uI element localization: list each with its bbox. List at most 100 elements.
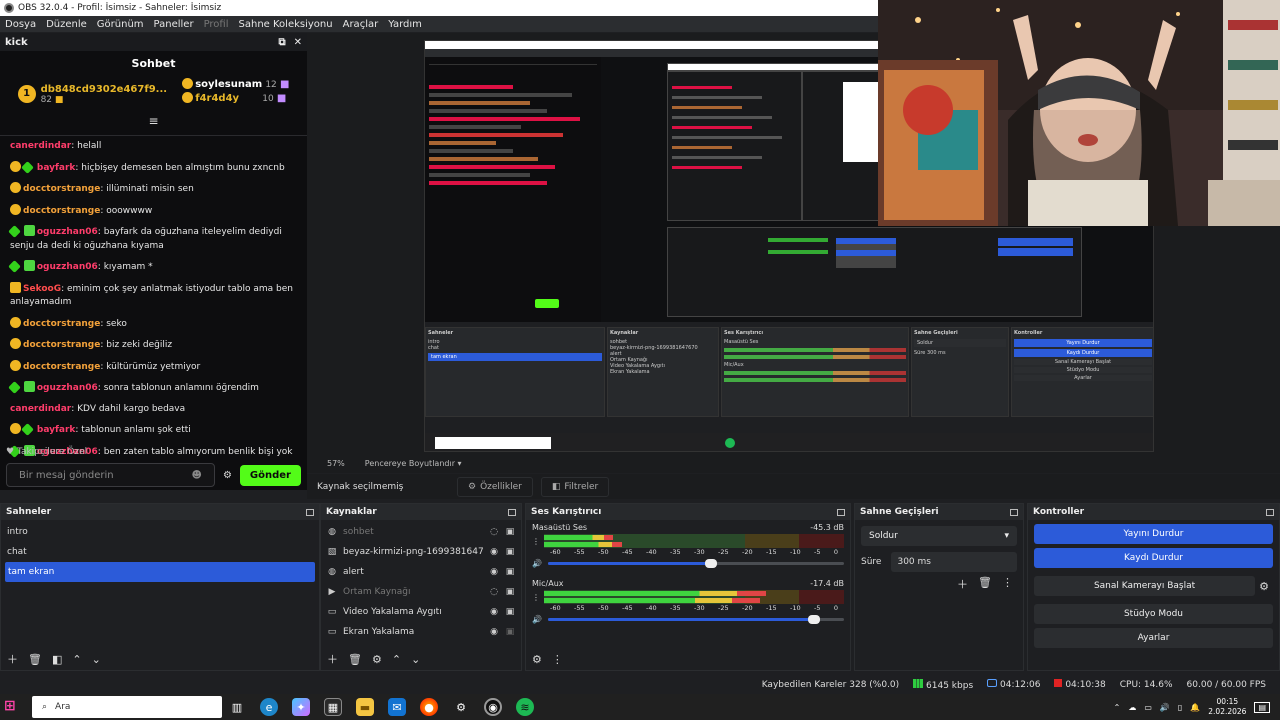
menu-dosya[interactable]: Dosya — [5, 19, 36, 30]
top-user-2[interactable]: soylesunam 12 ■ f4r4d4y 10 ■ — [182, 78, 289, 110]
menu-paneller[interactable]: Paneller — [154, 19, 194, 30]
add-icon[interactable]: ＋ — [7, 651, 18, 667]
settings-icon[interactable]: ⚙ — [452, 698, 470, 716]
trash-icon[interactable]: 🗑 — [978, 576, 992, 592]
studio-mode-button[interactable]: Stüdyo Modu — [1034, 604, 1273, 624]
obs-icon[interactable]: ◉ — [484, 698, 502, 716]
track-db: -45.3 dB — [810, 522, 844, 532]
bell-icon[interactable]: 🔔 — [1190, 703, 1200, 712]
notification-icon[interactable]: ▤ — [1254, 701, 1270, 713]
nested-docks: Sahneler intro chat tam ekran Kaynaklar s… — [425, 327, 1153, 417]
chevron-down-icon[interactable]: ≡ — [0, 114, 307, 136]
virtual-camera-button[interactable]: Sanal Kamerayı Başlat — [1034, 576, 1256, 596]
properties-button[interactable]: ⚙ Özellikler — [457, 476, 533, 497]
fit-mode-select[interactable]: Pencereye Boyutlandır ▾ — [365, 459, 462, 468]
obs-logo-icon — [4, 3, 14, 13]
add-icon[interactable]: ＋ — [327, 651, 338, 667]
firefox-icon[interactable]: ● — [420, 698, 438, 716]
emoji-icon[interactable]: ☻ — [192, 470, 202, 481]
task-view-icon[interactable]: ▥ — [228, 698, 246, 716]
menu-yardim[interactable]: Yardım — [388, 19, 422, 30]
gear-icon[interactable]: ⚙ — [372, 653, 382, 666]
speaker-icon[interactable]: 🔊 — [532, 615, 542, 624]
clock[interactable]: 00:15 2.02.2026 — [1208, 697, 1246, 717]
undock-icon[interactable] — [508, 508, 516, 516]
lock-icon: ▣ — [505, 587, 515, 597]
chat-dock-header: kick ⧉ ✕ — [0, 33, 307, 51]
trash-icon[interactable]: 🗑 — [348, 653, 362, 666]
start-icon[interactable]: ⊞ — [4, 698, 22, 716]
menu-gorunum[interactable]: Görünüm — [97, 19, 144, 30]
chevron-up-icon[interactable]: ⌃ — [1114, 703, 1121, 712]
kebab-menu-icon[interactable]: ⋮ — [532, 537, 540, 546]
stop-record-button[interactable]: Kaydı Durdur — [1034, 548, 1273, 568]
menu-duzenle[interactable]: Düzenle — [46, 19, 87, 30]
scene-item[interactable]: chat — [1, 542, 319, 562]
undock-icon[interactable]: ⧉ — [278, 37, 285, 48]
source-item[interactable]: ◍ alert ◉ ▣ — [321, 562, 521, 582]
duration-input[interactable]: 300 ms — [891, 552, 1017, 572]
meter-level — [544, 535, 613, 540]
gear-icon[interactable]: ⚙ — [1259, 580, 1269, 593]
zoom-level[interactable]: 57% — [327, 459, 345, 468]
volume-icon[interactable]: 🔊 — [1160, 703, 1170, 712]
move-up-icon[interactable]: ⌃ — [72, 653, 81, 666]
kebab-menu-icon[interactable]: ⋮ — [532, 593, 540, 602]
battery-icon[interactable]: ▯ — [1178, 703, 1182, 712]
search-icon: ⌕ — [42, 702, 48, 712]
scene-item-selected[interactable]: tam ekran — [5, 562, 315, 582]
chat-input[interactable]: Bir mesaj gönderin ☻ — [6, 463, 215, 487]
source-item[interactable]: ▭ Ekran Yakalama ◉ ▣ — [321, 622, 521, 642]
undock-icon[interactable] — [1010, 508, 1018, 516]
verified-badge-icon — [8, 260, 21, 273]
menu-profil[interactable]: Profil — [204, 19, 229, 30]
outlook-icon[interactable]: ✉ — [388, 698, 406, 716]
kebab-menu-icon[interactable]: ⋮ — [1002, 576, 1013, 592]
trash-icon[interactable]: 🗑 — [28, 653, 42, 666]
scene-item[interactable]: intro — [1, 522, 319, 542]
network-icon[interactable]: ▭ — [1144, 703, 1152, 712]
spotify-icon[interactable]: ≋ — [516, 698, 534, 716]
mixer-track: Mic/Aux -17.4 dB ⋮ -60 -55 -50 -45 -40 -35 -30-… — [526, 576, 850, 626]
top-user-name: db848cd9302e467f9... — [40, 83, 168, 95]
move-down-icon[interactable]: ⌄ — [411, 653, 420, 666]
source-item[interactable]: ▧beyaz-kirmizi-png-1699381647670◉▣ — [321, 542, 521, 562]
edge-icon[interactable]: e — [260, 698, 278, 716]
meter-level — [544, 591, 766, 596]
move-down-icon[interactable]: ⌄ — [92, 653, 101, 666]
settings-button[interactable]: Ayarlar — [1034, 628, 1273, 648]
source-item[interactable]: ◍ sohbet ◌ ▣ — [321, 522, 521, 542]
file-explorer-icon[interactable]: ▬ — [356, 698, 374, 716]
volume-slider[interactable] — [547, 558, 844, 568]
close-icon[interactable]: ✕ — [294, 37, 302, 48]
cloud-icon[interactable]: ☁ — [1128, 703, 1136, 712]
scene-filter-icon[interactable]: ◧ — [52, 653, 62, 666]
menu-araclar[interactable]: Araçlar — [343, 19, 379, 30]
top-user-1[interactable]: 1 db848cd9302e467f9... 82 ■ — [17, 78, 168, 110]
undock-icon[interactable] — [1266, 508, 1274, 516]
undock-icon[interactable] — [306, 508, 314, 516]
send-button[interactable]: Gönder — [239, 464, 301, 486]
transition-select[interactable]: Soldur ▾ — [861, 526, 1017, 546]
undock-icon[interactable] — [837, 508, 845, 516]
move-up-icon[interactable]: ⌃ — [392, 653, 401, 666]
menu-sahne-koleksiyonu[interactable]: Sahne Koleksiyonu — [239, 19, 333, 30]
lock-icon: ▣ — [505, 607, 515, 617]
source-item[interactable]: ▶ Ortam Kaynağı ◌ ▣ — [321, 582, 521, 602]
store-icon[interactable]: ▦ — [324, 698, 342, 716]
filters-button[interactable]: ◧ Filtreler — [540, 476, 610, 497]
add-icon[interactable]: ＋ — [957, 576, 968, 592]
speaker-icon[interactable]: 🔊 — [532, 559, 542, 568]
copilot-icon[interactable]: ✦ — [292, 698, 310, 716]
sources-header: Kaynaklar — [321, 504, 521, 520]
stop-stream-button[interactable]: Yayını Durdur — [1034, 524, 1273, 544]
taskbar-search[interactable]: ⌕ Ara — [32, 696, 222, 718]
volume-slider[interactable] — [547, 614, 844, 624]
stream-time: 04:12:06 — [1000, 680, 1041, 690]
advanced-audio-icon[interactable]: ⚙ — [532, 653, 542, 666]
bitrate: 6145 kbps — [926, 680, 974, 691]
source-item[interactable]: ▭ Video Yakalama Aygıtı ◉ ▣ — [321, 602, 521, 622]
chat-message: docctorstrange: biz zeki değiliz — [10, 338, 297, 353]
gear-icon[interactable]: ⚙ — [223, 470, 232, 481]
kebab-menu-icon[interactable]: ⋮ — [552, 653, 563, 666]
